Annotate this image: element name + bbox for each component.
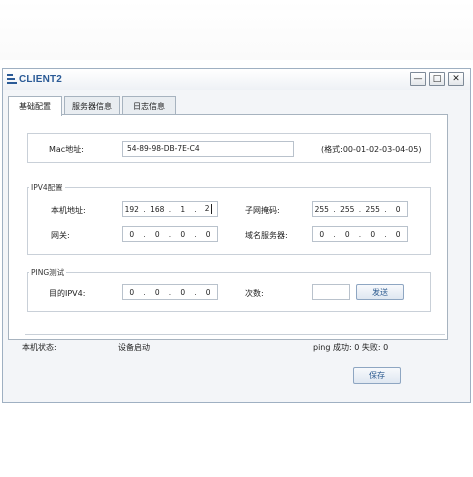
- ip-octet: 0: [319, 229, 325, 239]
- ip-octet: 0: [395, 229, 401, 239]
- ip-dot: .: [333, 229, 336, 239]
- title-bar[interactable]: CLIENT2 — □ ✕: [3, 69, 470, 90]
- ping-count-input[interactable]: [312, 284, 350, 300]
- close-button[interactable]: ✕: [448, 72, 464, 86]
- ip-octet-value: 2: [204, 204, 210, 213]
- close-icon: ✕: [452, 74, 460, 84]
- ip-dot: .: [168, 204, 172, 214]
- status-separator: [25, 334, 445, 335]
- ping-target-input[interactable]: 0. 0. 0. 0: [122, 284, 218, 300]
- ip-octet: 0: [370, 229, 376, 239]
- basic-config-panel: Mac地址: 54-89-98-DB-7E-C4 (格式:00-01-02-03…: [8, 114, 448, 340]
- window-title: CLIENT2: [19, 74, 63, 85]
- local-ip-input[interactable]: 192. 168. 1. 2: [122, 201, 218, 217]
- ipv4-group: [27, 187, 431, 255]
- tab-log-info[interactable]: 日志信息: [122, 96, 176, 115]
- ip-octet: 168: [150, 204, 165, 214]
- ip-dot: .: [168, 229, 172, 239]
- gateway-input[interactable]: 0. 0. 0. 0: [122, 226, 218, 242]
- dns-server-input[interactable]: 0. 0. 0. 0: [312, 226, 408, 242]
- mac-input[interactable]: 54-89-98-DB-7E-C4: [122, 141, 294, 157]
- app-icon: [7, 74, 17, 84]
- ip-octet: 0: [154, 229, 160, 239]
- ip-dot: .: [333, 204, 336, 214]
- local-ip-label: 本机地址:: [51, 206, 86, 215]
- ip-octet: 255: [365, 204, 380, 214]
- ip-octet: 0: [180, 229, 186, 239]
- ip-octet: 0: [129, 229, 135, 239]
- minimize-icon: —: [413, 74, 423, 84]
- subnet-mask-input[interactable]: 255. 255. 255. 0: [312, 201, 408, 217]
- gateway-label: 网关:: [51, 231, 70, 240]
- ip-octet: 0: [129, 287, 135, 297]
- maximize-button[interactable]: □: [429, 72, 445, 86]
- ipv4-section-title: IPV4配置: [29, 182, 65, 193]
- ip-octet: 0: [154, 287, 160, 297]
- minimize-button[interactable]: —: [410, 72, 426, 86]
- page-background: [0, 0, 473, 60]
- ip-dot: .: [194, 229, 197, 239]
- ip-octet: 0: [344, 229, 350, 239]
- ping-count-label: 次数:: [245, 289, 264, 298]
- dns-server-label: 域名服务器:: [245, 231, 288, 240]
- text-caret: [210, 204, 212, 214]
- status-value: 设备启动: [118, 343, 150, 352]
- tab-server-info[interactable]: 服务器信息: [64, 96, 120, 115]
- ip-octet: 0: [205, 229, 211, 239]
- client-window: CLIENT2 — □ ✕ 基础配置 服务器信息 日志信息 Mac地址: 54-…: [2, 68, 471, 403]
- ip-dot: .: [143, 204, 146, 214]
- ip-octet: 192: [124, 204, 139, 214]
- ip-octet: 0: [205, 287, 211, 297]
- ip-dot: .: [168, 287, 172, 297]
- ip-octet: 2: [199, 204, 217, 214]
- tab-basic-config[interactable]: 基础配置: [8, 96, 62, 116]
- ip-octet: 255: [340, 204, 355, 214]
- ping-result: ping 成功: 0 失败: 0: [313, 343, 389, 352]
- mac-label: Mac地址:: [49, 145, 84, 154]
- ip-octet: 0: [395, 204, 401, 214]
- ip-dot: .: [194, 204, 197, 214]
- ip-dot: .: [358, 204, 362, 214]
- ip-octet: 0: [180, 287, 186, 297]
- ip-octet: 1: [180, 204, 186, 214]
- ip-dot: .: [143, 229, 146, 239]
- ip-dot: .: [143, 287, 146, 297]
- ping-section-title: PING测试: [29, 267, 67, 278]
- maximize-icon: □: [432, 74, 442, 84]
- ip-dot: .: [384, 204, 387, 214]
- save-button[interactable]: 保存: [353, 367, 401, 384]
- ip-dot: .: [384, 229, 387, 239]
- status-label: 本机状态:: [22, 343, 57, 352]
- ip-octet: 255: [314, 204, 329, 214]
- ip-dot: .: [358, 229, 362, 239]
- ip-dot: .: [194, 287, 197, 297]
- send-button[interactable]: 发送: [356, 284, 404, 300]
- mac-format-hint: (格式:00-01-02-03-04-05): [321, 145, 422, 154]
- ping-target-label: 目的IPV4:: [49, 289, 86, 298]
- subnet-mask-label: 子网掩码:: [245, 206, 280, 215]
